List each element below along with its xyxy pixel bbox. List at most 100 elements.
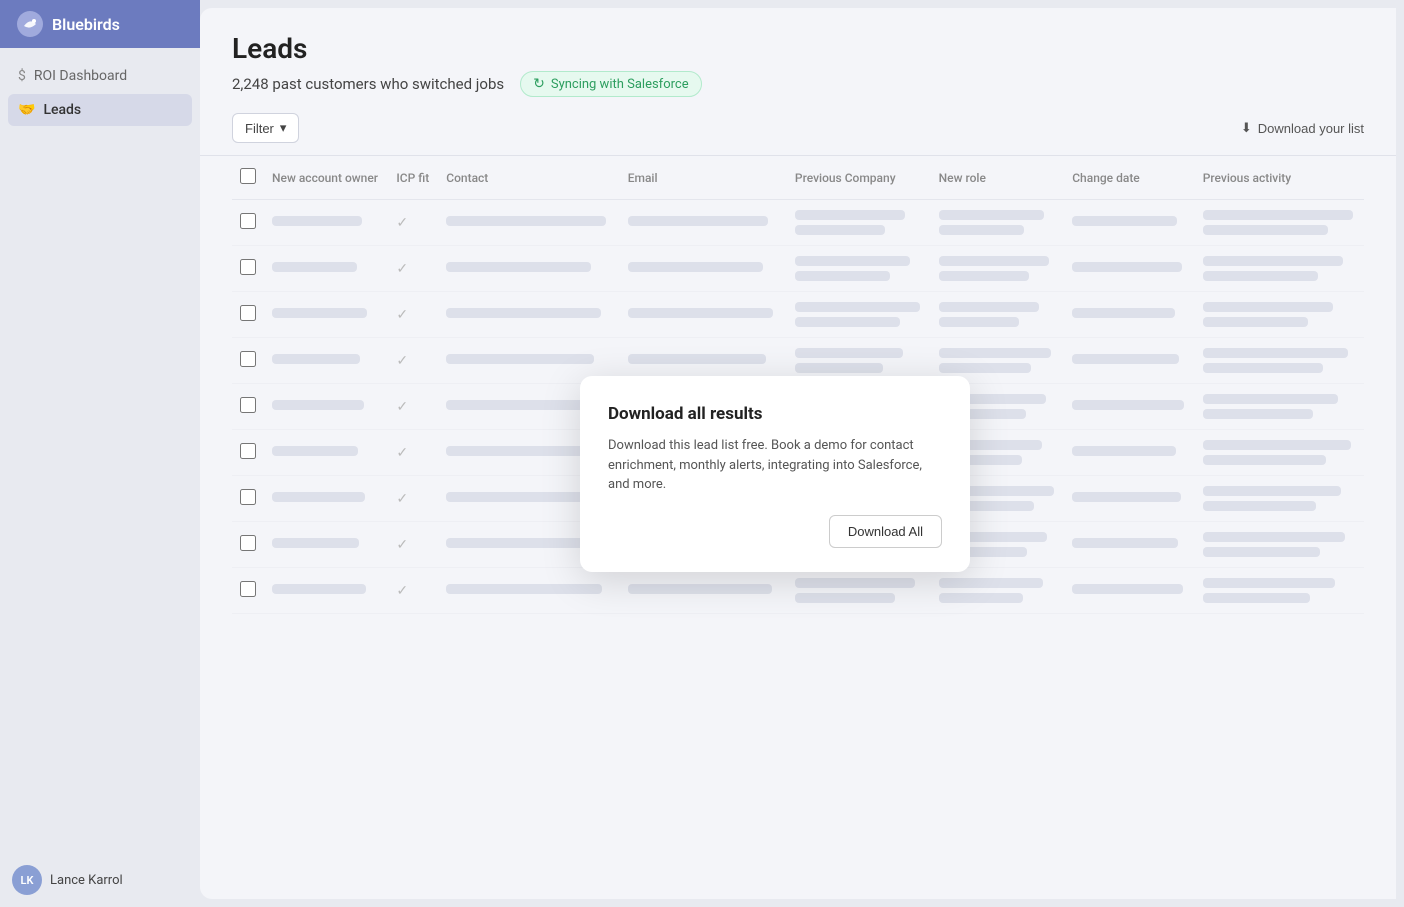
main-content: Leads 2,248 past customers who switched … xyxy=(200,8,1396,899)
account-owner-skeleton xyxy=(272,538,359,548)
sidebar-item-label: ROI Dashboard xyxy=(34,68,127,84)
change-date-skeleton xyxy=(1072,538,1178,548)
leads-icon: 🤝 xyxy=(18,102,35,118)
new-role-line2 xyxy=(939,363,1031,373)
prev-activity-line1 xyxy=(1203,210,1353,220)
prev-activity-cell xyxy=(1203,210,1356,235)
row-checkbox[interactable] xyxy=(240,489,256,505)
prev-activity-line2 xyxy=(1203,455,1326,465)
account-owner-skeleton xyxy=(272,308,367,318)
previous-company-cell xyxy=(795,578,923,603)
new-role-line1 xyxy=(939,210,1044,220)
account-owner-skeleton xyxy=(272,216,362,226)
icp-checkmark: ✓ xyxy=(396,215,408,231)
download-list-button[interactable]: ⬇ Download your list xyxy=(1241,120,1364,136)
user-name: Lance Karrol xyxy=(50,873,123,888)
email-skeleton xyxy=(628,216,768,226)
new-role-line2 xyxy=(939,593,1023,603)
account-owner-skeleton xyxy=(272,584,366,594)
col-change-date: Change date xyxy=(1064,156,1195,200)
user-avatar: LK xyxy=(12,865,42,895)
col-previous-company: Previous Company xyxy=(787,156,931,200)
row-checkbox[interactable] xyxy=(240,443,256,459)
col-new-role: New role xyxy=(931,156,1065,200)
prev-activity-line2 xyxy=(1203,225,1328,235)
row-checkbox[interactable] xyxy=(240,535,256,551)
row-checkbox[interactable] xyxy=(240,305,256,321)
download-list-label: Download your list xyxy=(1258,121,1364,136)
prev-company-line2 xyxy=(795,225,885,235)
prev-activity-line1 xyxy=(1203,348,1348,358)
prev-activity-line1 xyxy=(1203,440,1351,450)
account-owner-skeleton xyxy=(272,446,358,456)
popup-description: Download this lead list free. Book a dem… xyxy=(608,436,942,495)
contact-skeleton xyxy=(446,584,602,594)
prev-activity-line2 xyxy=(1203,409,1313,419)
account-owner-skeleton xyxy=(272,262,357,272)
prev-company-line1 xyxy=(795,302,920,312)
roi-dashboard-icon: $ xyxy=(18,68,26,84)
previous-company-cell xyxy=(795,348,923,373)
col-new-account-owner: New account owner xyxy=(264,156,388,200)
chevron-down-icon: ▾ xyxy=(280,120,287,136)
sidebar-item-roi-dashboard[interactable]: $ ROI Dashboard xyxy=(8,60,192,92)
sidebar-header: Bluebirds xyxy=(0,0,200,48)
popup-title: Download all results xyxy=(608,404,942,424)
col-icp-fit: ICP fit xyxy=(388,156,438,200)
page-title: Leads xyxy=(232,32,1364,65)
row-checkbox[interactable] xyxy=(240,397,256,413)
icp-checkmark: ✓ xyxy=(396,261,408,277)
account-owner-skeleton xyxy=(272,354,360,364)
prev-activity-cell xyxy=(1203,256,1356,281)
prev-activity-cell xyxy=(1203,578,1356,603)
download-all-button[interactable]: Download All xyxy=(829,515,942,548)
contact-skeleton xyxy=(446,354,594,364)
prev-activity-cell xyxy=(1203,440,1356,465)
prev-activity-line1 xyxy=(1203,394,1338,404)
row-checkbox[interactable] xyxy=(240,581,256,597)
previous-company-cell xyxy=(795,256,923,281)
main-header: Leads 2,248 past customers who switched … xyxy=(200,8,1396,113)
contact-skeleton xyxy=(446,308,601,318)
col-email: Email xyxy=(620,156,787,200)
download-icon: ⬇ xyxy=(1241,120,1252,136)
new-role-line1 xyxy=(939,348,1051,358)
email-skeleton xyxy=(628,262,763,272)
sidebar-nav: $ ROI Dashboard 🤝 Leads xyxy=(0,48,200,853)
row-checkbox[interactable] xyxy=(240,213,256,229)
previous-company-cell xyxy=(795,302,923,327)
filter-button[interactable]: Filter ▾ xyxy=(232,113,299,143)
icp-checkmark: ✓ xyxy=(396,445,408,461)
prev-activity-line2 xyxy=(1203,363,1323,373)
sync-label: Syncing with Salesforce xyxy=(551,77,689,92)
prev-activity-line1 xyxy=(1203,302,1333,312)
col-previous-activity: Previous activity xyxy=(1195,156,1364,200)
table-row: ✓ xyxy=(232,568,1364,614)
select-all-checkbox[interactable] xyxy=(240,168,256,184)
prev-activity-line2 xyxy=(1203,501,1316,511)
prev-company-line2 xyxy=(795,363,883,373)
email-skeleton xyxy=(628,584,772,594)
sidebar-item-leads[interactable]: 🤝 Leads xyxy=(8,94,192,126)
prev-activity-cell xyxy=(1203,394,1356,419)
table-row: ✓ xyxy=(232,200,1364,246)
prev-company-line1 xyxy=(795,578,915,588)
email-skeleton xyxy=(628,308,773,318)
prev-company-line2 xyxy=(795,317,900,327)
sidebar: Bluebirds $ ROI Dashboard 🤝 Leads LK Lan… xyxy=(0,0,200,907)
row-checkbox[interactable] xyxy=(240,259,256,275)
table-row: ✓ xyxy=(232,246,1364,292)
row-checkbox[interactable] xyxy=(240,351,256,367)
col-contact: Contact xyxy=(438,156,619,200)
select-all-header xyxy=(232,156,264,200)
prev-activity-line2 xyxy=(1203,317,1308,327)
change-date-skeleton xyxy=(1072,354,1179,364)
change-date-skeleton xyxy=(1072,262,1182,272)
new-role-line2 xyxy=(939,271,1029,281)
prev-company-line2 xyxy=(795,593,895,603)
new-role-line1 xyxy=(939,578,1043,588)
leads-count-text: 2,248 past customers who switched jobs xyxy=(232,75,504,93)
table-header-row: New account owner ICP fit Contact Email … xyxy=(232,156,1364,200)
prev-activity-cell xyxy=(1203,348,1356,373)
prev-company-line1 xyxy=(795,256,910,266)
